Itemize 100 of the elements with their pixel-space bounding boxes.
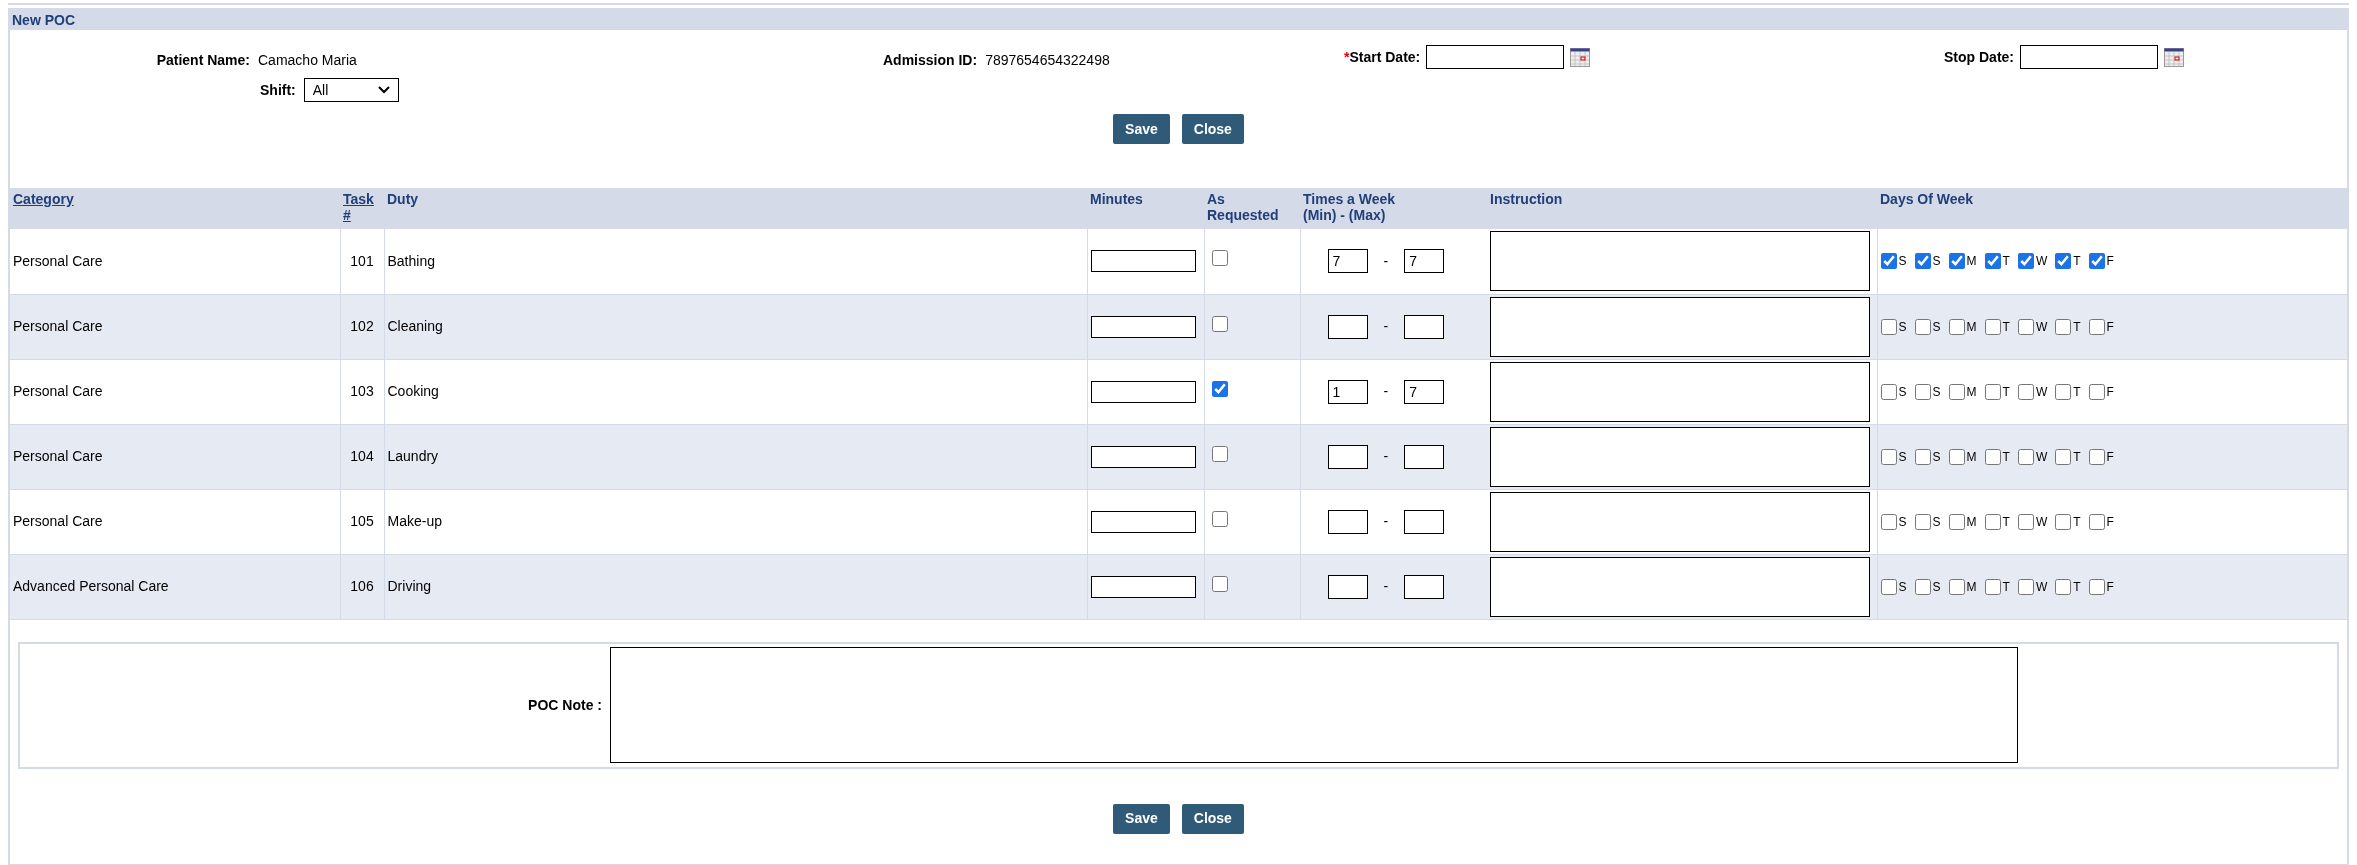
range-separator: -	[1383, 251, 1389, 271]
task-number: 105	[350, 513, 374, 529]
times-field[interactable]	[1404, 444, 1445, 469]
sort-link[interactable]: Task #	[343, 191, 381, 223]
day-checkbox[interactable]: T	[2055, 512, 2081, 531]
day-checkbox[interactable]: T	[2055, 382, 2081, 401]
calendar-icon[interactable]	[1570, 47, 1591, 67]
close-button[interactable]: Close	[1181, 114, 1244, 144]
sort-link[interactable]: Category	[13, 191, 74, 207]
times-field[interactable]: 1	[1327, 379, 1368, 404]
times-field[interactable]	[1404, 314, 1445, 339]
day-checkbox[interactable]: S	[1914, 447, 1941, 466]
instruction-field[interactable]	[1490, 556, 1870, 617]
instruction-field[interactable]	[1490, 426, 1870, 487]
times-field[interactable]	[1327, 574, 1368, 599]
column-header: Instruction	[1490, 191, 1563, 207]
day-checkbox[interactable]: W	[2017, 577, 2048, 596]
day-checkbox[interactable]: W	[2017, 252, 2048, 271]
day-checkbox[interactable]: S	[1880, 382, 1907, 401]
column-header: Minutes	[1090, 191, 1143, 207]
day-checkbox[interactable]: F	[2088, 447, 2114, 466]
day-checkbox[interactable]: F	[2088, 252, 2114, 271]
day-checkbox[interactable]: F	[2088, 577, 2114, 596]
minutes-field[interactable]	[1090, 380, 1196, 403]
minutes-field[interactable]	[1090, 315, 1196, 338]
column-header: Duty	[387, 191, 419, 207]
minutes-field[interactable]	[1090, 445, 1196, 468]
checkbox[interactable]	[1211, 575, 1228, 592]
field-label: Patient Name:	[155, 51, 250, 70]
day-checkbox[interactable]: T	[2055, 252, 2081, 271]
range-separator: -	[1383, 577, 1389, 596]
instruction-field[interactable]	[1490, 296, 1870, 357]
day-checkbox[interactable]: S	[1880, 317, 1907, 336]
day-checkbox[interactable]: S	[1914, 577, 1941, 596]
day-checkbox[interactable]: S	[1914, 317, 1941, 336]
day-checkbox[interactable]: S	[1880, 447, 1907, 466]
day-checkbox[interactable]: W	[2017, 512, 2048, 531]
duty-cell: Driving	[387, 578, 432, 594]
day-checkbox[interactable]: T	[2055, 447, 2081, 466]
duty-cell: Make-up	[387, 513, 442, 529]
day-checkbox[interactable]: W	[2017, 382, 2048, 401]
day-checkbox[interactable]: F	[2088, 512, 2114, 531]
day-checkbox[interactable]: T	[1984, 577, 2010, 596]
checkbox[interactable]	[1211, 250, 1228, 267]
minutes-field[interactable]	[1090, 575, 1196, 598]
checkbox[interactable]	[1211, 380, 1228, 397]
day-checkbox[interactable]: S	[1880, 512, 1907, 531]
day-checkbox[interactable]: F	[2088, 317, 2114, 336]
minutes-field[interactable]	[1090, 250, 1196, 273]
times-field[interactable]: 7	[1327, 249, 1368, 274]
calendar-icon[interactable]	[2164, 47, 2184, 67]
day-checkbox[interactable]: S	[1880, 252, 1907, 271]
day-checkbox[interactable]: T	[1984, 252, 2010, 271]
times-field[interactable]: 7	[1404, 249, 1445, 274]
day-checkbox[interactable]: W	[2017, 317, 2048, 336]
day-checkbox[interactable]: F	[2088, 382, 2114, 401]
times-field[interactable]	[1404, 509, 1445, 534]
day-checkbox[interactable]: T	[2055, 317, 2081, 336]
close-button[interactable]: Close	[1181, 803, 1244, 834]
instruction-field[interactable]	[1490, 231, 1870, 292]
day-checkbox[interactable]: T	[2055, 577, 2081, 596]
save-button[interactable]: Save	[1113, 803, 1170, 834]
times-field[interactable]	[1327, 314, 1368, 339]
day-checkbox[interactable]: M	[1948, 317, 1977, 336]
day-checkbox[interactable]: M	[1948, 512, 1977, 531]
day-checkbox[interactable]: M	[1948, 577, 1977, 596]
field-label: *Start Date:	[1344, 47, 1421, 67]
range-separator: -	[1383, 512, 1389, 531]
times-field[interactable]	[1327, 509, 1368, 534]
task-number: 103	[350, 383, 374, 399]
day-checkbox[interactable]: W	[2017, 447, 2048, 466]
day-checkbox[interactable]: T	[1984, 512, 2010, 531]
checkbox[interactable]	[1211, 445, 1228, 462]
day-checkbox[interactable]: M	[1948, 382, 1977, 401]
column-header: Times a Week (Min) - (Max)	[1303, 191, 1397, 223]
admission-id: 7897654654322498	[985, 51, 1110, 70]
day-checkbox[interactable]: M	[1948, 252, 1977, 271]
checkbox[interactable]	[1211, 510, 1228, 527]
day-checkbox[interactable]: M	[1948, 447, 1977, 466]
poc-note-field[interactable]	[610, 647, 2018, 763]
day-checkbox[interactable]: S	[1880, 577, 1907, 596]
instruction-field[interactable]	[1490, 491, 1870, 552]
patient-name: Camacho Maria	[258, 51, 357, 70]
times-field[interactable]	[1404, 574, 1445, 599]
times-field[interactable]: 7	[1404, 379, 1445, 404]
instruction-field[interactable]	[1490, 361, 1870, 422]
stop-date-field[interactable]	[2020, 45, 2158, 69]
day-checkbox[interactable]: T	[1984, 447, 2010, 466]
day-checkbox[interactable]: S	[1914, 512, 1941, 531]
day-checkbox[interactable]: S	[1914, 382, 1941, 401]
checkbox[interactable]	[1211, 315, 1228, 332]
minutes-field[interactable]	[1090, 510, 1196, 533]
start-date-field[interactable]	[1426, 45, 1565, 69]
day-checkbox[interactable]: S	[1914, 252, 1941, 271]
day-checkbox[interactable]: T	[1984, 317, 2010, 336]
duty-cell: Bathing	[387, 252, 435, 269]
times-field[interactable]	[1327, 444, 1368, 469]
day-checkbox[interactable]: T	[1984, 382, 2010, 401]
shift-dropdown[interactable]: All	[303, 78, 399, 102]
save-button[interactable]: Save	[1113, 114, 1170, 144]
